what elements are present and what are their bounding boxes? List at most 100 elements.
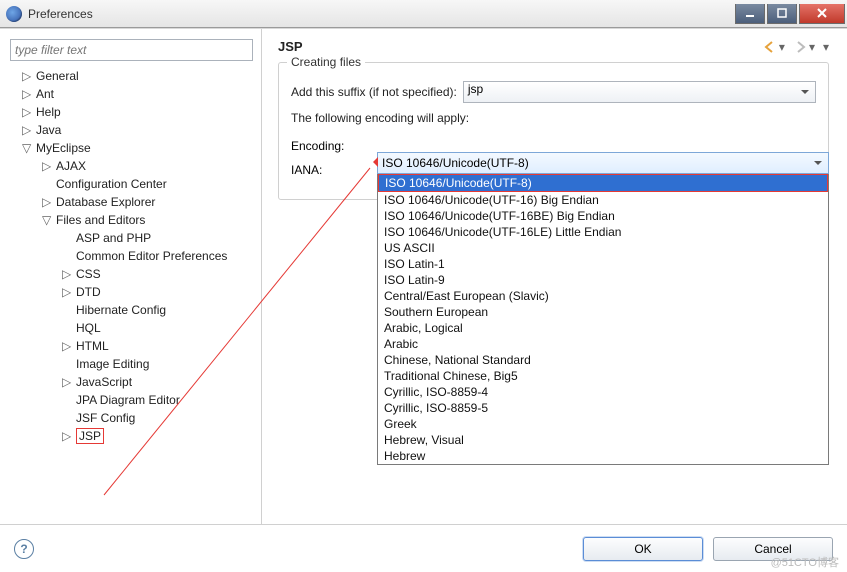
watermark: @51CTO博客 [771,554,839,570]
encoding-option[interactable]: ISO 10646/Unicode(UTF-16LE) Little Endia… [378,224,828,240]
window-title: Preferences [28,7,93,21]
help-icon[interactable]: ? [14,539,34,559]
encoding-option[interactable]: Traditional Chinese, Big5 [378,368,828,384]
encoding-option[interactable]: Hebrew [378,448,828,464]
tree-item-label: Files and Editors [56,213,145,227]
encoding-option[interactable]: Cyrillic, ISO-8859-5 [378,400,828,416]
tree-item-label: MyEclipse [36,141,91,155]
twisty-icon[interactable]: ▷ [22,105,32,119]
encoding-option[interactable]: Cyrillic, ISO-8859-4 [378,384,828,400]
twisty-icon[interactable]: ▷ [42,159,52,173]
encoding-option[interactable]: Arabic [378,336,828,352]
tree-item-label: JPA Diagram Editor [76,393,180,407]
twisty-icon[interactable]: ▷ [42,195,52,209]
encoding-option[interactable]: Chinese, National Standard [378,352,828,368]
tree-item[interactable]: ▷ DTD [4,283,261,301]
tree-item-label: JSF Config [76,411,135,425]
twisty-icon[interactable]: ▷ [22,123,32,137]
tree-item[interactable]: JPA Diagram Editor [4,391,261,409]
tree-item[interactable]: ▷ Database Explorer [4,193,261,211]
group-legend: Creating files [287,55,365,69]
tree-item-label: Help [36,105,61,119]
encoding-option[interactable]: Greek [378,416,828,432]
tree-item-label: Database Explorer [56,195,155,209]
tree-item[interactable]: ▷ JavaScript [4,373,261,391]
encoding-option[interactable]: Southern European [378,304,828,320]
twisty-icon[interactable]: ▷ [62,285,72,299]
app-icon [6,6,22,22]
twisty-icon[interactable]: ▷ [22,87,32,101]
twisty-icon[interactable]: ▷ [22,69,32,83]
encoding-dropdown-list[interactable]: ISO 10646/Unicode(UTF-8)ISO 10646/Unicod… [377,174,829,465]
twisty-icon[interactable]: ▷ [62,339,72,353]
tree-item[interactable]: ▷ General [4,67,261,85]
tree-item[interactable]: ▽ Files and Editors [4,211,261,229]
tree-item[interactable]: Common Editor Preferences [4,247,261,265]
twisty-icon[interactable]: ▷ [62,375,72,389]
tree-item[interactable]: JSF Config [4,409,261,427]
tree-item[interactable]: ▷ HTML [4,337,261,355]
tree-item-label: CSS [76,267,101,281]
tree-item[interactable]: Hibernate Config [4,301,261,319]
tree-item[interactable]: Image Editing [4,355,261,373]
annotation-triangle-icon [368,157,378,167]
tree-item-label: Configuration Center [56,177,167,191]
tree-item[interactable]: ▷ JSP [4,427,261,445]
close-button[interactable] [799,4,845,24]
tree-item[interactable]: ▷ CSS [4,265,261,283]
window-controls [735,4,847,24]
tree-item[interactable]: ▷ Help [4,103,261,121]
tree-item-label: Hibernate Config [76,303,166,317]
tree-item-label: ASP and PHP [76,231,151,245]
tree-item-label: Java [36,123,61,137]
tree-item[interactable]: ▷ Java [4,121,261,139]
filter-input[interactable] [10,39,253,61]
twisty-icon[interactable]: ▽ [22,141,32,155]
encoding-option[interactable]: ISO 10646/Unicode(UTF-8) [378,174,828,192]
tree-item-label: JavaScript [76,375,132,389]
forward-button[interactable]: ▾ [793,40,815,54]
encoding-option[interactable]: Arabic, Logical [378,320,828,336]
suffix-label: Add this suffix (if not specified): [291,85,457,99]
tree-item[interactable]: ▷ Ant [4,85,261,103]
maximize-button[interactable] [767,4,797,24]
encoding-option[interactable]: Hebrew, Visual [378,432,828,448]
encoding-option[interactable]: ISO Latin-1 [378,256,828,272]
tree-item-label: HTML [76,339,109,353]
encoding-select-value[interactable]: ISO 10646/Unicode(UTF-8) [377,152,829,174]
suffix-select[interactable]: jsp [463,81,816,103]
tree-item-label: JSP [76,428,104,444]
tree-item-label: General [36,69,79,83]
twisty-icon[interactable]: ▷ [62,429,72,443]
encoding-option[interactable]: ISO 10646/Unicode(UTF-16) Big Endian [378,192,828,208]
tree-item[interactable]: ▽ MyEclipse [4,139,261,157]
tree-item-label: Ant [36,87,54,101]
encoding-select[interactable]: ISO 10646/Unicode(UTF-8) ISO 10646/Unico… [377,152,829,465]
twisty-icon[interactable]: ▷ [62,267,72,281]
encoding-option[interactable]: ISO 10646/Unicode(UTF-16BE) Big Endian [378,208,828,224]
encoding-label: Encoding: [291,139,351,153]
tree-item-label: Image Editing [76,357,149,371]
tree-item[interactable]: HQL [4,319,261,337]
preference-tree[interactable]: ▷ General ▷ Ant ▷ Help ▷ Java ▽ MyEclipse ▷AJAX Con… [0,67,261,524]
twisty-icon[interactable]: ▽ [42,213,52,227]
chevron-down-icon: ▾ [779,40,785,54]
left-pane: ▷ General ▷ Ant ▷ Help ▷ Java ▽ MyEclipse ▷AJAX Con… [0,29,262,524]
encoding-option[interactable]: ISO Latin-9 [378,272,828,288]
ok-button[interactable]: OK [583,537,703,561]
title-bar: Preferences [0,0,847,28]
back-button[interactable]: ▾ [763,40,785,54]
tree-item[interactable]: Configuration Center [4,175,261,193]
encoding-option[interactable]: US ASCII [378,240,828,256]
tree-item[interactable]: ASP and PHP [4,229,261,247]
button-bar: ? OK Cancel [0,524,847,572]
view-menu-button[interactable]: ▾ [823,40,829,54]
minimize-button[interactable] [735,4,765,24]
tree-item[interactable]: ▷AJAX [4,157,261,175]
iana-label: IANA: [291,163,351,177]
tree-item-label: DTD [76,285,101,299]
chevron-down-icon: ▾ [809,40,815,54]
encoding-apply-note: The following encoding will apply: [291,111,816,125]
tree-item-label: HQL [76,321,101,335]
encoding-option[interactable]: Central/East European (Slavic) [378,288,828,304]
